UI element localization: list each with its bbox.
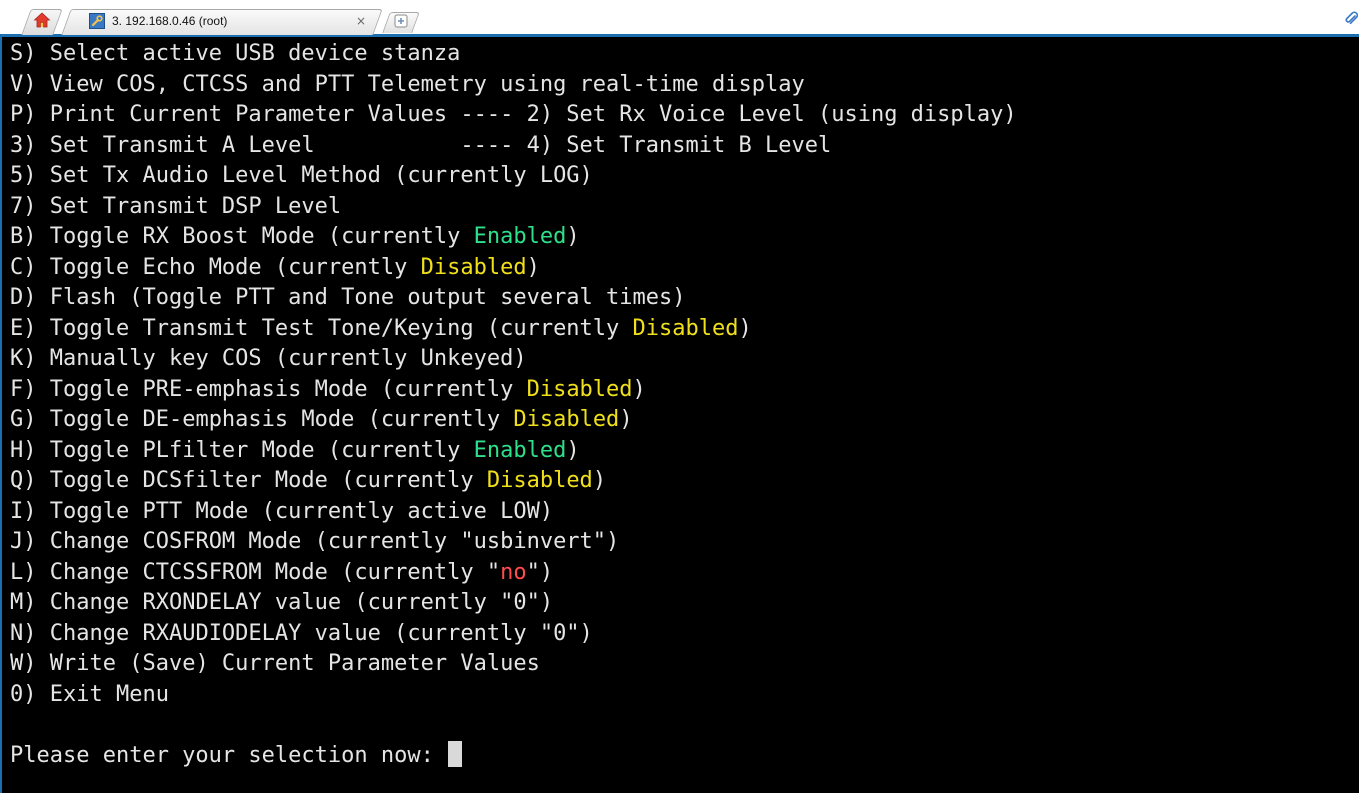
menu-text: Select active USB device stanza bbox=[49, 41, 461, 66]
menu-key: I) bbox=[10, 498, 37, 524]
menu-text: Toggle RX Boost Mode (currently bbox=[49, 224, 474, 249]
menu-line: V) View COS, CTCSS and PTT Telemetry usi… bbox=[10, 70, 1017, 101]
menu-key: D) bbox=[10, 285, 37, 310]
close-tab-button[interactable]: × bbox=[353, 13, 369, 29]
menu-line: K) Manually key COS (currently Unkeyed) bbox=[10, 344, 1017, 375]
menu-line: P) Print Current Parameter Values ---- 2… bbox=[10, 100, 1017, 131]
menu-text: Change RXAUDIODELAY value (currently "0"… bbox=[49, 620, 593, 646]
menu-key: S) bbox=[10, 41, 37, 66]
menu-key: V) bbox=[10, 71, 37, 97]
menu-line: 7) Set Transmit DSP Level bbox=[10, 192, 1017, 223]
menu-key: M) bbox=[10, 590, 37, 615]
menu-text: Toggle DCSfilter Mode (currently bbox=[49, 468, 487, 493]
session-tab-title[interactable]: 3. 192.168.0.46 (root) bbox=[112, 13, 227, 29]
menu-line: 5) Set Tx Audio Level Method (currently … bbox=[10, 161, 1017, 192]
menu-line: J) Change COSFROM Mode (currently "usbin… bbox=[10, 527, 1017, 558]
menu-text: Toggle DE-emphasis Mode (currently bbox=[49, 407, 514, 432]
menu-key: E) bbox=[10, 315, 37, 341]
menu-key: 7) bbox=[10, 193, 37, 219]
menu-text: Toggle PRE-emphasis Mode (currently bbox=[49, 376, 527, 402]
menu-key: Q) bbox=[10, 468, 37, 493]
menu-text-suffix: ) bbox=[566, 224, 580, 249]
menu-text: Set Tx Audio Level Method (currently LOG… bbox=[49, 163, 593, 188]
menu-line: E) Toggle Transmit Test Tone/Keying (cur… bbox=[10, 314, 1017, 345]
menu-text: Write (Save) Current Parameter Values bbox=[49, 651, 540, 676]
menu-key: J) bbox=[10, 529, 37, 554]
menu-text: Set Transmit DSP Level bbox=[49, 193, 342, 219]
status-value: Enabled bbox=[473, 224, 567, 249]
menu-line: W) Write (Save) Current Parameter Values bbox=[10, 649, 1017, 680]
menu-text: Toggle PLfilter Mode (currently bbox=[49, 437, 474, 463]
status-value: Disabled bbox=[420, 254, 527, 280]
menu-line: 3) Set Transmit A Level ---- 4) Set Tran… bbox=[10, 131, 1017, 162]
menu-line: N) Change RXAUDIODELAY value (currently … bbox=[10, 619, 1017, 650]
menu-key: N) bbox=[10, 620, 37, 646]
terminal-output: S) Select active USB device stanza V) Vie… bbox=[10, 39, 1017, 771]
menu-text-suffix: ) bbox=[566, 437, 580, 463]
menu-line: Q) Toggle DCSfilter Mode (currently Disa… bbox=[10, 466, 1017, 497]
new-tab-icon[interactable] bbox=[394, 14, 408, 28]
menu-text: Exit Menu bbox=[49, 681, 169, 707]
menu-line: D) Flash (Toggle PTT and Tone output sev… bbox=[10, 283, 1017, 314]
selection-prompt: Please enter your selection now: bbox=[10, 742, 448, 768]
menu-line: H) Toggle PLfilter Mode (currently Enabl… bbox=[10, 436, 1017, 467]
terminal-left-border bbox=[0, 37, 2, 793]
menu-line: M) Change RXONDELAY value (currently "0"… bbox=[10, 588, 1017, 619]
menu-key: 5) bbox=[10, 163, 37, 188]
menu-text: Toggle PTT Mode (currently active LOW) bbox=[49, 498, 554, 524]
menu-text-suffix: ) bbox=[526, 254, 540, 280]
menu-line: C) Toggle Echo Mode (currently Disabled) bbox=[10, 253, 1017, 284]
text-cursor[interactable] bbox=[448, 740, 463, 767]
menu-text: Change COSFROM Mode (currently "usbinver… bbox=[49, 529, 620, 554]
menu-key: K) bbox=[10, 346, 37, 371]
menu-line: F) Toggle PRE-emphasis Mode (currently D… bbox=[10, 375, 1017, 406]
menu-key: C) bbox=[10, 254, 37, 280]
menu-key: 3) bbox=[10, 132, 37, 158]
menu-key: L) bbox=[10, 559, 37, 585]
status-value: no bbox=[500, 559, 527, 585]
menu-key: H) bbox=[10, 437, 37, 463]
menu-line: G) Toggle DE-emphasis Mode (currently Di… bbox=[10, 405, 1017, 436]
menu-text: View COS, CTCSS and PTT Telemetry using … bbox=[49, 71, 805, 97]
menu-line: 0) Exit Menu bbox=[10, 680, 1017, 711]
menu-text: Print Current Parameter Values ---- 2) S… bbox=[49, 102, 1017, 127]
status-value: Enabled bbox=[473, 437, 567, 463]
terminal-window[interactable]: S) Select active USB device stanza V) Vie… bbox=[0, 37, 1359, 793]
menu-text-suffix: ) bbox=[632, 376, 646, 402]
home-icon[interactable] bbox=[33, 11, 51, 29]
menu-key: F) bbox=[10, 376, 37, 402]
menu-key: 0) bbox=[10, 681, 37, 707]
menu-text: Change RXONDELAY value (currently "0") bbox=[49, 590, 554, 615]
menu-text-suffix: ) bbox=[619, 407, 633, 432]
tab-bar: 3. 192.168.0.46 (root) × bbox=[0, 0, 1359, 37]
menu-text-suffix: ) bbox=[738, 315, 752, 341]
menu-text: Toggle Transmit Test Tone/Keying (curren… bbox=[49, 315, 633, 341]
menu-key: W) bbox=[10, 651, 37, 676]
menu-text: Flash (Toggle PTT and Tone output severa… bbox=[49, 285, 686, 310]
status-value: Disabled bbox=[513, 407, 620, 432]
input-prompt-line[interactable]: Please enter your selection now: bbox=[10, 740, 1017, 772]
menu-text-suffix: ) bbox=[592, 468, 607, 493]
menu-key: B) bbox=[10, 224, 37, 249]
status-value: Disabled bbox=[526, 376, 633, 402]
menu-text: Set Transmit A Level ---- 4) Set Transmi… bbox=[49, 132, 832, 158]
menu-text: Toggle Echo Mode (currently bbox=[49, 254, 421, 280]
attachment-icon[interactable] bbox=[1344, 11, 1358, 27]
menu-line: B) Toggle RX Boost Mode (currently Enabl… bbox=[10, 222, 1017, 253]
menu-line: S) Select active USB device stanza bbox=[10, 39, 1017, 70]
status-value: Disabled bbox=[486, 468, 593, 493]
menu-line: L) Change CTCSSFROM Mode (currently "no"… bbox=[10, 558, 1017, 589]
menu-text: Change CTCSSFROM Mode (currently " bbox=[49, 559, 501, 585]
menu-key: P) bbox=[10, 102, 37, 127]
menu-text: Manually key COS (currently Unkeyed) bbox=[49, 346, 527, 371]
menu-text-suffix: ") bbox=[526, 559, 554, 585]
status-value: Disabled bbox=[632, 315, 739, 341]
menu-key: G) bbox=[10, 407, 37, 432]
menu-line: I) Toggle PTT Mode (currently active LOW… bbox=[10, 497, 1017, 528]
wrench-icon bbox=[89, 13, 105, 29]
